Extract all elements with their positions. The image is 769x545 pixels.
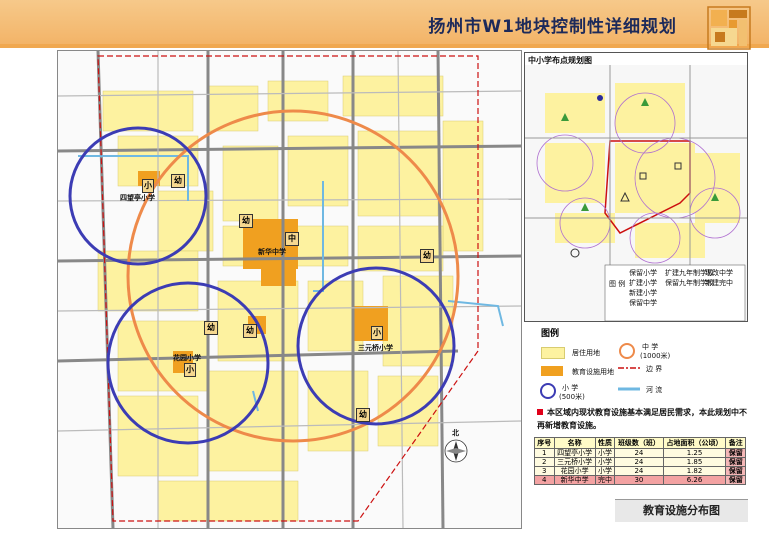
note-bullet-icon — [537, 409, 543, 415]
legend-middle-radius: (1000米) — [640, 352, 671, 360]
table-cell: 保留 — [725, 457, 746, 467]
table-cell: 3 — [534, 466, 555, 476]
table-cell: 1.25 — [662, 448, 727, 458]
label-huayuan-school: 花园小学 — [173, 354, 201, 362]
table-cell: 2 — [534, 457, 555, 467]
label-xinhua-school: 新华中学 — [258, 248, 286, 256]
inset-school-layout-map[interactable]: 中小学布点规划图 图 例 保留小学 扩建小学 新建小学 保留中学 扩建九年制学校… — [524, 52, 748, 322]
inset-legend-label: 图 例 — [609, 280, 626, 288]
table-cell: 30 — [614, 475, 664, 485]
middle-school-circle-icon — [619, 343, 635, 359]
legend-residential: 居住用地 — [572, 349, 600, 357]
table-cell: 小学 — [594, 448, 616, 458]
page-title: 扬州市W1地块控制性详细规划 — [428, 17, 677, 37]
north-arrow-icon — [444, 439, 468, 463]
table-cell: 保留 — [725, 448, 746, 458]
label-sanyuanqiao-school: 三元桥小学 — [358, 344, 393, 352]
table-cell: 24 — [614, 448, 664, 458]
note-text: 本区域内现状教育设施基本满足居民需求，本此规划中不再新增教育设施。 — [537, 408, 747, 430]
boundary-line-icon — [618, 367, 640, 369]
table-cell: 完中 — [594, 475, 616, 485]
table-header: 占地面积（公顷） — [662, 437, 727, 449]
table-header: 序号 — [534, 437, 555, 449]
table-cell: 6.26 — [662, 475, 727, 485]
kindergarten-marker[interactable]: 幼 — [243, 324, 257, 338]
label-north: 北 — [452, 429, 459, 437]
table-cell: 花园小学 — [553, 466, 596, 476]
education-facilities-table: 序号 名称 性质 班级数（班） 占地面积（公顷） 备注 1 四望亭小学 小学 2… — [534, 437, 746, 485]
inset-legend-item: 保留小学 — [629, 269, 657, 277]
table-cell: 小学 — [594, 466, 616, 476]
kindergarten-marker[interactable]: 幼 — [239, 214, 253, 228]
planning-note: 本区域内现状教育设施基本满足居民需求，本此规划中不再新增教育设施。 — [537, 406, 747, 432]
figure-caption: 教育设施分布图 — [615, 499, 748, 522]
label-siwangting-school: 四望亭小学 — [120, 194, 155, 202]
primary-school-marker[interactable]: 小 — [371, 326, 383, 340]
kindergarten-marker[interactable]: 幼 — [356, 408, 370, 422]
table-cell: 小学 — [594, 457, 616, 467]
brand-logo-icon — [707, 6, 751, 50]
middle-school-marker[interactable]: 中 — [285, 232, 299, 246]
inset-legend-item: 保留中学 — [629, 299, 657, 307]
table-row: 1 四望亭小学 小学 24 1.25 保留 — [534, 448, 746, 458]
table-header: 班级数（班） — [614, 437, 664, 449]
legend-title: 图例 — [541, 329, 560, 339]
legend-education: 教育设施用地 — [572, 368, 614, 376]
table-cell: 1 — [534, 448, 555, 458]
inset-legend-item: 现改中学 — [705, 269, 733, 277]
table-cell: 1.82 — [662, 466, 727, 476]
education-swatch — [541, 366, 563, 376]
legend-primary-radius: (500米) — [559, 393, 585, 401]
table-cell: 保留 — [725, 466, 746, 476]
table-cell: 新华中学 — [553, 475, 596, 485]
kindergarten-marker[interactable]: 幼 — [171, 174, 185, 188]
table-header: 性质 — [594, 437, 616, 449]
header-band-stripe — [0, 44, 769, 48]
table-header: 名称 — [553, 437, 596, 449]
kindergarten-marker[interactable]: 幼 — [420, 249, 434, 263]
table-cell: 24 — [614, 466, 664, 476]
inset-legend-item: 扩建小学 — [629, 279, 657, 287]
primary-school-circle-icon — [540, 383, 556, 399]
residential-swatch — [541, 347, 565, 359]
table-header: 备注 — [725, 437, 746, 449]
table-header-row: 序号 名称 性质 班级数（班） 占地面积（公顷） 备注 — [534, 437, 746, 449]
inset-legend-item: 新建完中 — [705, 279, 733, 287]
legend-boundary: 边 界 — [646, 365, 663, 373]
table-cell: 4 — [534, 475, 555, 485]
kindergarten-marker[interactable]: 幼 — [204, 321, 218, 335]
table-row: 2 三元桥小学 小学 24 1.85 保留 — [534, 457, 746, 467]
table-cell: 三元桥小学 — [553, 457, 596, 467]
primary-school-marker[interactable]: 小 — [184, 363, 196, 377]
legend-river: 河 流 — [646, 386, 663, 394]
table-cell: 保留 — [725, 475, 746, 485]
table-row: 3 花园小学 小学 24 1.82 保留 — [534, 466, 746, 476]
table-cell: 1.85 — [662, 457, 727, 467]
table-row: 4 新华中学 完中 30 6.26 保留 — [534, 475, 746, 485]
inset-title: 中小学布点规划图 — [528, 56, 592, 65]
table-cell: 24 — [614, 457, 664, 467]
river-line-icon — [618, 387, 640, 391]
primary-school-marker[interactable]: 小 — [142, 179, 154, 193]
inset-legend-item: 新建小学 — [629, 289, 657, 297]
main-map-canvas — [58, 51, 521, 528]
table-cell: 四望亭小学 — [553, 448, 596, 458]
main-planning-map[interactable]: 小 幼 四望亭小学 幼 中 新华中学 幼 幼 幼 小 三元桥小学 花园小学 小 … — [57, 50, 522, 529]
